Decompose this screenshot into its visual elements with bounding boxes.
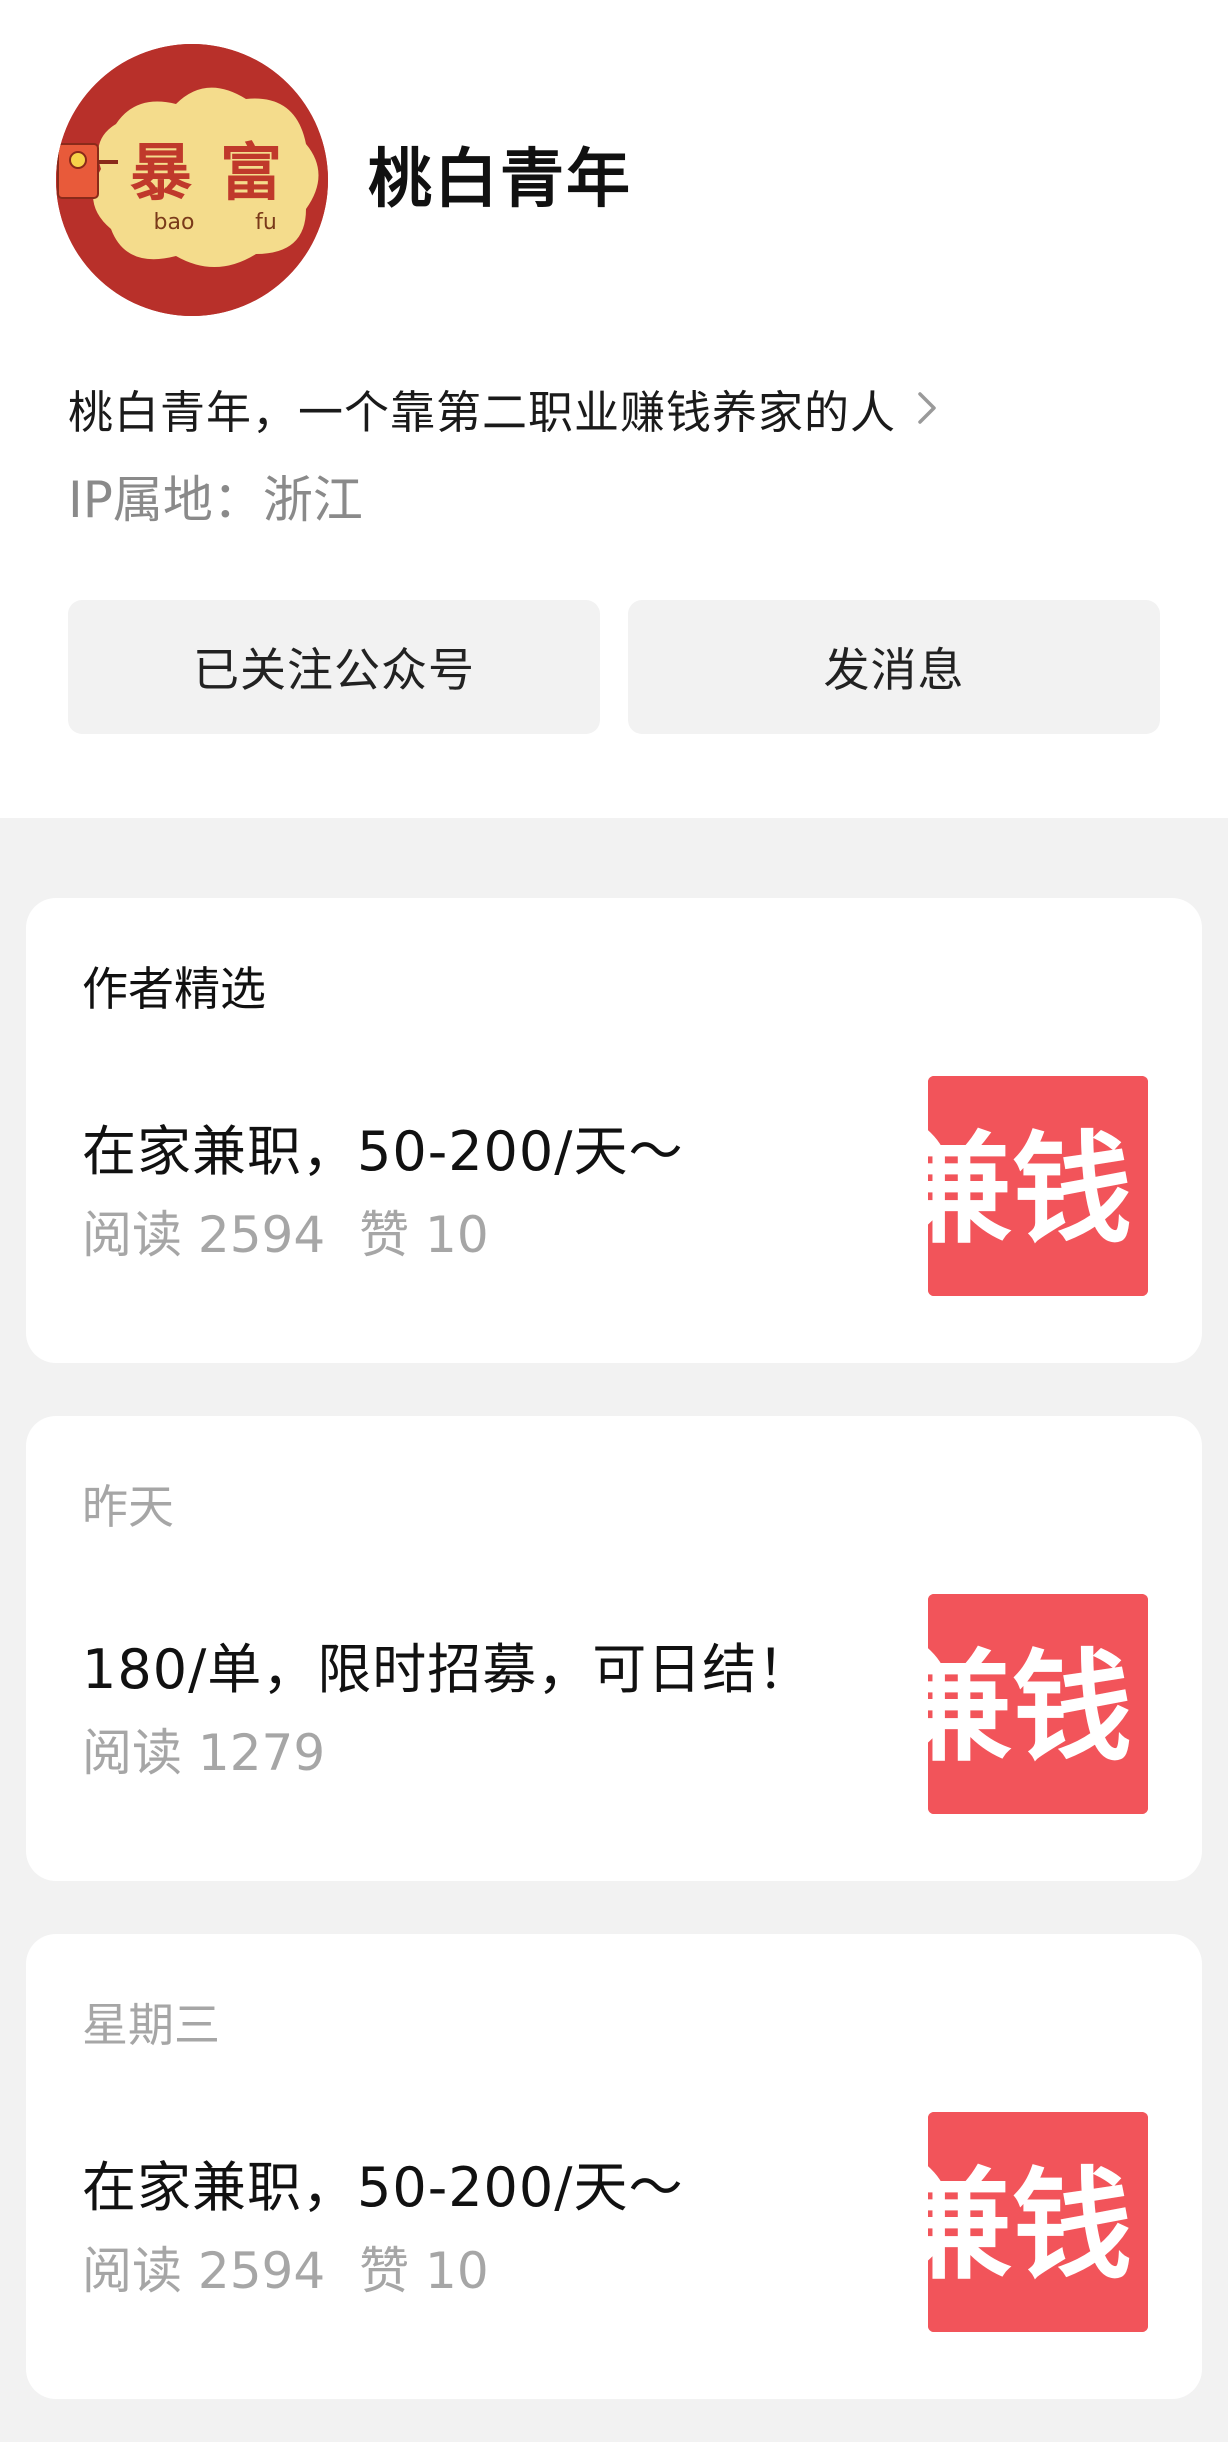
avatar-char-fu: 富 xyxy=(220,136,282,209)
avatar-char-bao: 暴 xyxy=(130,136,192,209)
send-message-button[interactable]: 发消息 xyxy=(628,600,1160,734)
bio-row[interactable]: 桃白青年，一个靠第二职业赚钱养家的人 xyxy=(68,372,940,444)
bio-text: 桃白青年，一个靠第二职业赚钱养家的人 xyxy=(68,385,897,439)
followed-account-button[interactable]: 已关注公众号 xyxy=(68,600,600,734)
article-stats: 阅读 1279 xyxy=(82,1716,325,1782)
section-header: 作者精选 xyxy=(82,962,266,1016)
article-thumbnail[interactable]: 兼钱 xyxy=(928,1594,1148,1814)
article-card[interactable]: 昨天 180/单，限时招募，可日结！ 阅读 1279 兼钱 xyxy=(26,1416,1202,1881)
article-stats: 阅读 2594 赞 10 xyxy=(82,2234,489,2300)
cloud-shape xyxy=(93,87,319,268)
read-count: 阅读 1279 xyxy=(82,1724,326,1782)
account-name: 桃白青年 xyxy=(368,143,632,217)
article-title[interactable]: 在家兼职，50-200/天～ xyxy=(82,2146,683,2219)
article-thumbnail[interactable]: 兼钱 xyxy=(928,2112,1148,2332)
ip-location: IP属地：浙江 xyxy=(68,471,363,529)
like-count: 赞 10 xyxy=(359,1206,489,1264)
article-card[interactable]: 星期三 在家兼职，50-200/天～ 阅读 2594 赞 10 兼钱 xyxy=(26,1934,1202,2399)
article-title[interactable]: 在家兼职，50-200/天～ xyxy=(82,1110,683,1183)
avatar-pinyin-bao: bao xyxy=(154,210,195,235)
chevron-right-icon xyxy=(916,388,940,428)
avatar[interactable]: 暴 富 bao fu xyxy=(56,44,328,316)
like-count: 赞 10 xyxy=(359,2242,489,2300)
avatar-pinyin-fu: fu xyxy=(255,210,277,235)
read-count: 阅读 2594 xyxy=(82,2242,326,2300)
article-thumbnail[interactable]: 兼钱 xyxy=(928,1076,1148,1296)
date-header: 星期三 xyxy=(82,1998,220,2052)
article-title[interactable]: 180/单，限时招募，可日结！ xyxy=(82,1628,812,1701)
date-header: 昨天 xyxy=(82,1480,174,1534)
profile-header: 暴 富 bao fu 桃白青年 桃白青年，一个靠第二职业赚钱养家的人 IP属地：… xyxy=(0,0,1228,818)
thumbnail-text: 兼钱 xyxy=(928,1121,1132,1260)
thumbnail-text: 兼钱 xyxy=(928,1639,1132,1778)
article-stats: 阅读 2594 赞 10 xyxy=(82,1198,489,1264)
thumbnail-text: 兼钱 xyxy=(928,2157,1132,2296)
article-card[interactable]: 作者精选 在家兼职，50-200/天～ 阅读 2594 赞 10 兼钱 xyxy=(26,898,1202,1363)
read-count: 阅读 2594 xyxy=(82,1206,326,1264)
